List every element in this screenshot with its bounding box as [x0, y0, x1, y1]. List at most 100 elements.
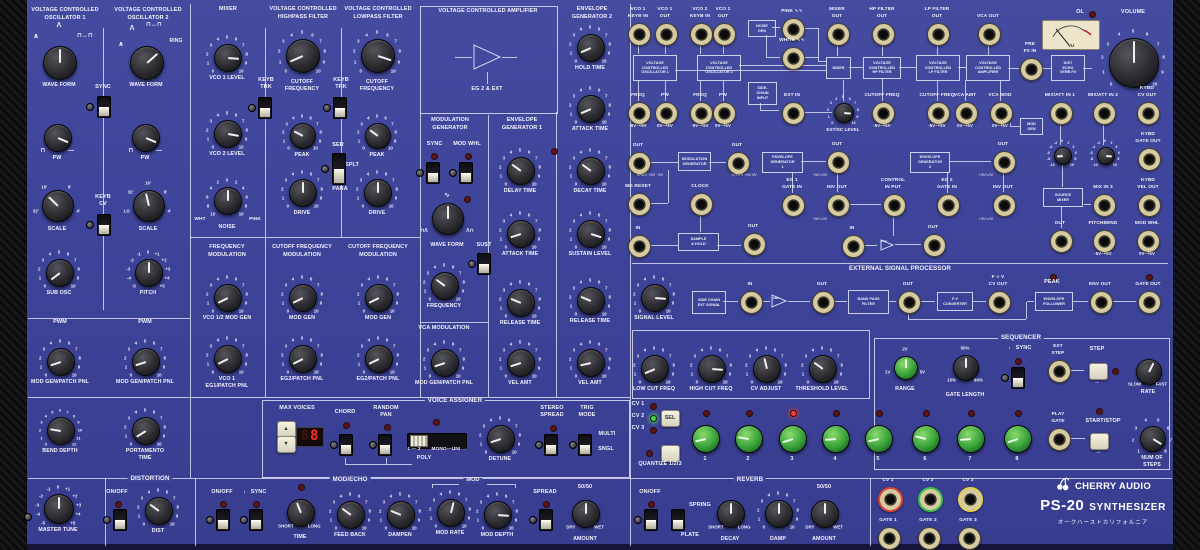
- sel-button[interactable]: SEL: [661, 410, 680, 427]
- num-of-steps-knob[interactable]: [1140, 426, 1166, 452]
- toggle-switch[interactable]: [339, 434, 353, 456]
- mix-att-in-2-jack[interactable]: [1093, 102, 1116, 125]
- play-gate-jack[interactable]: [1048, 428, 1071, 451]
- in-jack[interactable]: [842, 235, 865, 258]
- range-knob[interactable]: [894, 356, 918, 380]
- toggle-switch[interactable]: [332, 153, 346, 185]
- f-v-cv-out-jack[interactable]: [988, 291, 1011, 314]
- toggle-switch[interactable]: [544, 434, 558, 456]
- vco-1-keyb-in-jack[interactable]: [628, 23, 651, 46]
- cutoff-freq-jack[interactable]: [872, 102, 895, 125]
- mixer-out-jack[interactable]: [827, 23, 850, 46]
- toggle-switch[interactable]: [477, 253, 491, 275]
- gate-out-jack[interactable]: [1138, 291, 1161, 314]
- ext-step-jack[interactable]: [1048, 360, 1071, 383]
- slider-handle[interactable]: [410, 435, 428, 447]
- small-knob[interactable]: [692, 425, 720, 453]
- toggle-switch[interactable]: [644, 509, 658, 531]
- small-knob[interactable]: [957, 425, 985, 453]
- out-jack[interactable]: [812, 291, 835, 314]
- ext-in-jack[interactable]: [782, 102, 805, 125]
- gate-3-jack[interactable]: [958, 527, 981, 550]
- toggle-switch[interactable]: [539, 509, 553, 531]
- cutoff-freq-jack[interactable]: [927, 102, 950, 125]
- item-button[interactable]: ▼: [277, 436, 296, 453]
- small-knob[interactable]: [779, 425, 807, 453]
- pw-jack[interactable]: [655, 102, 678, 125]
- wave-form-knob[interactable]: [130, 46, 164, 80]
- vca-mod-jack[interactable]: [990, 102, 1013, 125]
- mix-att-in-1-jack[interactable]: [1050, 102, 1073, 125]
- push-button[interactable]: [1090, 433, 1109, 450]
- kybd-vel-out-jack[interactable]: [1138, 194, 1161, 217]
- toggle-switch[interactable]: [333, 97, 347, 119]
- gate-1-jack[interactable]: [878, 527, 901, 550]
- toggle-switch[interactable]: [216, 509, 230, 531]
- wave-form-knob[interactable]: [432, 203, 464, 235]
- knob-scale-label: 7: [837, 354, 839, 359]
- toggle-switch[interactable]: [113, 509, 127, 531]
- out-jack[interactable]: [628, 152, 651, 175]
- mix-in-3-jack[interactable]: [1093, 194, 1116, 217]
- in-jack[interactable]: [740, 291, 763, 314]
- toggle-switch[interactable]: [578, 434, 592, 456]
- toggle-switch[interactable]: [426, 162, 440, 184]
- env-out-jack[interactable]: [1090, 291, 1113, 314]
- gate-2-jack[interactable]: [918, 527, 941, 550]
- cv-2-jack[interactable]: [918, 487, 943, 512]
- kybd-gate-out-jack[interactable]: [1138, 148, 1161, 171]
- push-button[interactable]: [1089, 363, 1108, 380]
- out-jack[interactable]: [727, 152, 750, 175]
- mod-whl-jack[interactable]: [1137, 230, 1160, 253]
- clock-jack[interactable]: [690, 193, 713, 216]
- out-jack[interactable]: [993, 151, 1016, 174]
- eg-2-gate-in-jack[interactable]: [937, 194, 960, 217]
- toggle-switch[interactable]: [97, 96, 111, 118]
- small-knob[interactable]: [865, 425, 893, 453]
- out-jack[interactable]: [743, 233, 766, 256]
- white-jack[interactable]: [782, 47, 805, 70]
- vco-2-keyb-in-jack[interactable]: [690, 23, 713, 46]
- eg-1-gate-in-jack[interactable]: [782, 194, 805, 217]
- toggle-switch[interactable]: [258, 97, 272, 119]
- push-button[interactable]: [661, 445, 680, 462]
- mg-reset-jack[interactable]: [628, 193, 651, 216]
- small-knob[interactable]: [822, 425, 850, 453]
- vca-amt-jack[interactable]: [955, 102, 978, 125]
- out-jack[interactable]: [898, 291, 921, 314]
- pre-fx-in-jack[interactable]: [1020, 58, 1043, 81]
- out-jack[interactable]: [923, 234, 946, 257]
- bend-depth-knob[interactable]: [47, 417, 75, 445]
- item-button[interactable]: ▲: [277, 421, 296, 438]
- vco-2-out-jack[interactable]: [713, 23, 736, 46]
- toggle-switch[interactable]: [249, 509, 263, 531]
- toggle-switch[interactable]: [1011, 367, 1025, 389]
- scale-knob[interactable]: [42, 190, 74, 222]
- small-knob[interactable]: [1004, 425, 1032, 453]
- pw-jack[interactable]: [713, 102, 736, 125]
- freq-jack[interactable]: [628, 102, 651, 125]
- inv-out-jack[interactable]: [993, 194, 1016, 217]
- wave-form-knob[interactable]: [43, 46, 77, 80]
- toggle-switch[interactable]: [671, 509, 685, 531]
- scale-knob[interactable]: [133, 190, 165, 222]
- toggle-switch[interactable]: [97, 214, 111, 236]
- hp-filter-out-jack[interactable]: [872, 23, 895, 46]
- kybd-cv-out-jack[interactable]: [1137, 102, 1160, 125]
- lp-filter-out-jack[interactable]: [927, 23, 950, 46]
- out-jack[interactable]: [827, 151, 850, 174]
- small-knob[interactable]: [912, 425, 940, 453]
- cv-3-jack[interactable]: [958, 487, 983, 512]
- control-in-put-jack[interactable]: [883, 194, 906, 217]
- vca-out-jack[interactable]: [978, 23, 1001, 46]
- inv-out-jack[interactable]: [827, 194, 850, 217]
- vco-1-out-jack[interactable]: [655, 23, 678, 46]
- pitchbend-jack[interactable]: [1093, 230, 1116, 253]
- toggle-switch[interactable]: [459, 162, 473, 184]
- cv-1-jack[interactable]: [878, 487, 903, 512]
- out-jack[interactable]: [1050, 230, 1073, 253]
- small-knob[interactable]: [735, 425, 763, 453]
- freq-jack[interactable]: [690, 102, 713, 125]
- toggle-switch[interactable]: [378, 434, 392, 456]
- in-jack[interactable]: [628, 235, 651, 258]
